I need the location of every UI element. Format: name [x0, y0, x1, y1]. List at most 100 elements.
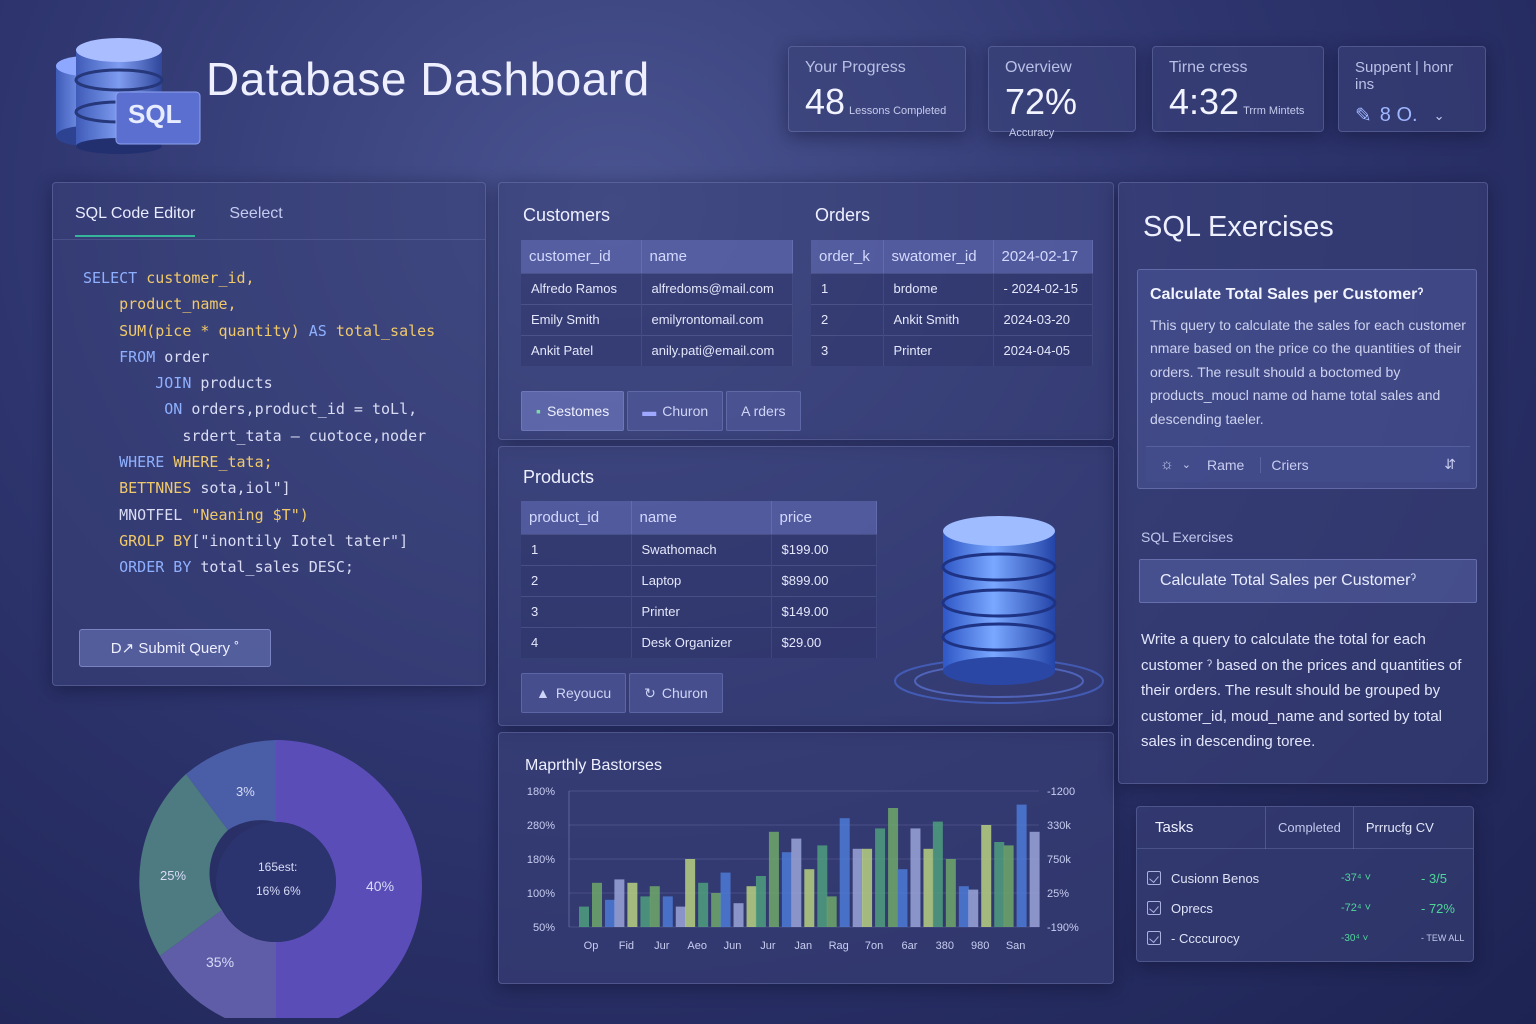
table-cell: Alfredo Ramos: [521, 272, 642, 304]
bar: [945, 859, 956, 927]
task-row[interactable]: Cusionn Benos -37⁴ ˅ - 3/5: [1147, 865, 1467, 891]
table-row[interactable]: 3 Printer 2024-04-05: [811, 334, 1093, 366]
exercise-card-body: This query to calculate the sales for ea…: [1150, 317, 1466, 427]
table-cell: 4: [521, 626, 632, 658]
logo-text: SQL: [128, 99, 182, 129]
orders-table: order_k swatomer_id 2024-02-17 1 brdome - …: [811, 240, 1093, 366]
tab-select[interactable]: Seelect: [229, 205, 282, 237]
y-tick-label-right: 25%: [1047, 888, 1069, 900]
completed-header[interactable]: Completed: [1265, 806, 1354, 849]
table-row[interactable]: 2 Ankit Smith 2024-03-20: [811, 303, 1093, 335]
tab-sql-code-editor[interactable]: SQL Code Editor: [75, 205, 196, 237]
y-tick-label-right: -1200: [1047, 786, 1075, 798]
table-cell: Emily Smith: [521, 303, 642, 335]
orders-button[interactable]: A rders: [726, 391, 801, 431]
bar: [746, 886, 757, 927]
table-cell: Laptop: [631, 564, 772, 596]
monthly-chart-panel: Maprthly Bastorses 180% -1200 280% 330k 180%…: [498, 732, 1114, 984]
tab-criers[interactable]: Criers: [1271, 457, 1308, 473]
task-value: - 3/5: [1421, 870, 1448, 886]
bar: [640, 896, 651, 927]
user-icon: ▲: [536, 685, 550, 701]
products-table: product_id name price 1 Swathomach $199.00…: [521, 501, 877, 658]
reyoucu-button[interactable]: ▲ Reyoucu: [521, 673, 627, 713]
y-tick-label-right: -190%: [1047, 922, 1079, 934]
stat-label: Tirne cress: [1169, 59, 1248, 76]
sort-icon[interactable]: ⇵: [1444, 456, 1456, 473]
stat-card-progress: Your Progress 48 Lessons Completed: [788, 46, 966, 132]
tab-rame[interactable]: Rame: [1207, 456, 1262, 473]
table-row[interactable]: Ankit Patel anily.pati@email.com: [521, 334, 793, 366]
checkbox-icon[interactable]: [1147, 901, 1161, 915]
bar-chart-svg: 180% -1200 280% 330k 180% 750k 100% 25% 50% -190%…: [527, 786, 1079, 952]
x-tick-label: Aeo: [687, 940, 707, 952]
code-editor-textarea[interactable]: SELECT customer_id, product_name, SUM(pi…: [83, 265, 435, 581]
donut-center-line1: 165est:: [258, 860, 298, 874]
exercises-title: SQL Exercises: [1143, 211, 1334, 243]
bar: [791, 838, 802, 927]
submit-query-button[interactable]: D↗ Submit Query ˚: [79, 629, 271, 667]
task-name: Oprecs: [1171, 900, 1213, 916]
table-cell: Ankit Patel: [521, 334, 642, 366]
exercise-select[interactable]: Calculate Total Sales per Customerˀ: [1139, 559, 1477, 603]
bar: [711, 893, 722, 927]
table-row[interactable]: 1 Swathomach $199.00: [521, 533, 877, 565]
tasks-header[interactable]: Tasks: [1155, 819, 1265, 836]
bar: [592, 882, 602, 927]
task-row[interactable]: Oprecs -72⁴ ˅ - 72%: [1147, 895, 1467, 921]
exercise-card[interactable]: Calculate Total Sales per Customerˀ This…: [1137, 269, 1477, 489]
progress-dropdown[interactable]: Prrrucfg CV: [1366, 820, 1434, 835]
column-header[interactable]: price: [771, 501, 877, 534]
column-header[interactable]: name: [631, 501, 772, 534]
column-header[interactable]: product_id: [521, 501, 632, 534]
chevron-down-icon[interactable]: ⌄: [1182, 458, 1191, 471]
stat-sub: Trrm Mintets: [1243, 105, 1305, 117]
button-label: Sestomes: [546, 403, 610, 419]
bar: [698, 882, 709, 927]
column-header[interactable]: customer_id: [521, 240, 642, 273]
bar: [579, 906, 589, 927]
column-header[interactable]: swatomer_id: [883, 240, 994, 273]
bar: [994, 842, 1005, 927]
column-header[interactable]: order_k: [811, 240, 884, 273]
bar: [888, 808, 899, 927]
task-row[interactable]: - Ccccurocy -30⁴ ˅ - TEW ALL: [1147, 925, 1467, 951]
donut-center-line2: 16% 6%: [256, 884, 301, 898]
table-row[interactable]: 4 Desk Organizer $29.00: [521, 626, 877, 658]
bar: [910, 828, 921, 927]
column-header[interactable]: name: [641, 240, 793, 273]
table-row[interactable]: 3 Printer $149.00: [521, 595, 877, 627]
bar: [1003, 845, 1014, 927]
table-cell: brdome: [883, 272, 994, 304]
refresh-icon: ↻: [644, 684, 656, 701]
bar: [958, 886, 969, 927]
y-tick-label-right: 750k: [1047, 854, 1071, 866]
donut-chart: 3% 25% 35% 40% 165est: 16% 6%: [130, 738, 430, 1024]
bar: [875, 828, 886, 927]
chevron-down-icon[interactable]: ⌄: [1434, 108, 1445, 124]
button-label: Churon: [662, 403, 709, 419]
churon-button[interactable]: ↻ Churon: [629, 673, 723, 713]
stat-card-time: Tirne cress 4:32 Trrm Mintets: [1152, 46, 1324, 132]
table-row[interactable]: Alfredo Ramos alfredoms@mail.com: [521, 272, 793, 304]
table-cell: Ankit Smith: [883, 303, 994, 335]
stat-sub: Lessons Completed: [849, 105, 947, 117]
customers-button[interactable]: ▪ Sestomes: [521, 391, 625, 431]
table-row[interactable]: 1 brdome - 2024-02-15: [811, 272, 1093, 304]
table-row[interactable]: 2 Laptop $899.00: [521, 564, 877, 596]
customers-table: customer_id name Alfredo Ramos alfredoms@…: [521, 240, 793, 366]
y-tick-label-right: 330k: [1047, 820, 1071, 832]
stat-card-support[interactable]: Suppent | honr ins ✎ 8 O. ⌄: [1338, 46, 1486, 132]
globe-icon[interactable]: ☼: [1160, 456, 1174, 473]
view-all-link[interactable]: - TEW ALL: [1421, 933, 1464, 943]
table-cell: 1: [811, 272, 884, 304]
checkbox-icon[interactable]: [1147, 871, 1161, 885]
table-cell: 1: [521, 533, 632, 565]
churon-button[interactable]: ▬ Churon: [627, 391, 724, 431]
table-row[interactable]: Emily Smith emilyrontomail.com: [521, 303, 793, 335]
x-tick-label: 6ar: [902, 940, 918, 952]
column-header[interactable]: 2024-02-17: [993, 240, 1093, 273]
checkbox-icon[interactable]: [1147, 931, 1161, 945]
x-tick-label: Rag: [829, 940, 849, 952]
bar: [614, 879, 625, 927]
